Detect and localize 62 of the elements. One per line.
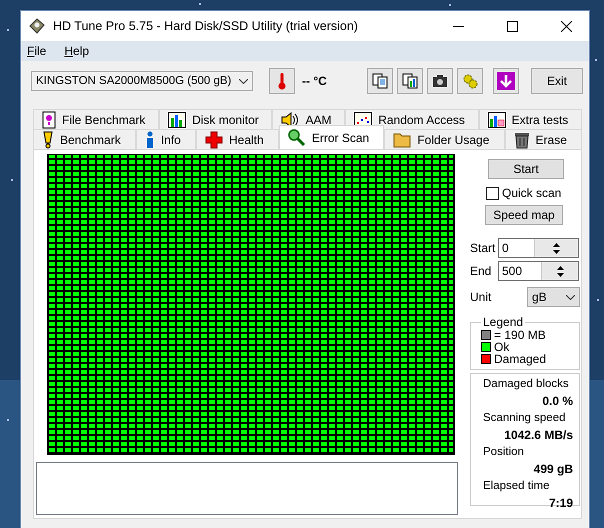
gears-icon[interactable] bbox=[457, 68, 483, 94]
close-icon[interactable] bbox=[560, 20, 572, 32]
unit-label: Unit bbox=[470, 290, 492, 304]
speaker-icon bbox=[281, 112, 300, 128]
copy-chart-icon[interactable] bbox=[397, 68, 423, 94]
temperature-reading: -- °C bbox=[302, 74, 328, 88]
camera-icon[interactable] bbox=[427, 68, 453, 94]
temperature-button[interactable] bbox=[269, 68, 295, 94]
chevron-down-icon bbox=[566, 294, 575, 300]
maximize-icon[interactable] bbox=[506, 20, 518, 32]
exit-button[interactable]: Exit bbox=[531, 68, 583, 94]
tab[interactable]: Benchmark bbox=[33, 129, 136, 149]
legend-title: Legend bbox=[482, 315, 524, 329]
exclamation-icon bbox=[42, 130, 54, 148]
start-button[interactable]: Start bbox=[488, 159, 564, 179]
stat-value: 7:19 bbox=[548, 495, 573, 512]
download-button[interactable] bbox=[493, 68, 519, 94]
legend-label: Ok bbox=[494, 340, 510, 354]
legend-label: = 190 MB bbox=[494, 328, 546, 342]
speed-map-button[interactable]: Speed map bbox=[485, 205, 563, 225]
menu-item[interactable]: File bbox=[27, 44, 46, 58]
start-field[interactable]: 0 bbox=[498, 238, 579, 258]
spin-down-icon[interactable] bbox=[556, 272, 564, 276]
stat-label: Scanning speed bbox=[483, 411, 566, 426]
quick-scan-label: Quick scan bbox=[502, 186, 562, 200]
spin-down-icon[interactable] bbox=[553, 250, 560, 254]
thermometer-icon bbox=[278, 72, 286, 90]
spin-up-icon[interactable] bbox=[553, 242, 560, 246]
chart-table-icon bbox=[488, 112, 506, 128]
stat-label: Elapsed time bbox=[483, 479, 550, 494]
stat-value: 499 gB bbox=[532, 461, 573, 478]
tab[interactable]: Extra tests bbox=[478, 109, 582, 129]
unit-dropdown[interactable]: gB bbox=[527, 287, 580, 307]
stat-label: Damaged blocks bbox=[483, 377, 570, 392]
stat-value: 1042.6 MB/s bbox=[503, 427, 573, 444]
end-label: End bbox=[470, 264, 492, 278]
bar-chart-icon bbox=[168, 112, 186, 128]
chevron-down-icon bbox=[239, 78, 248, 84]
window-title: HD Tune Pro 5.75 - Hard Disk/SSD Utility (trial version) bbox=[53, 19, 359, 33]
tab[interactable]: Random Access bbox=[345, 109, 479, 129]
tab[interactable]: File Benchmark bbox=[33, 109, 160, 129]
info-icon bbox=[144, 130, 155, 148]
magnifier-icon bbox=[288, 128, 306, 146]
stat-value: 0.0 % bbox=[541, 393, 573, 410]
tab[interactable]: Health bbox=[196, 129, 279, 149]
end-field[interactable]: 500 bbox=[498, 261, 579, 281]
copy-icon[interactable] bbox=[367, 68, 393, 94]
spin-up-icon[interactable] bbox=[556, 266, 564, 270]
menu-item[interactable]: Help bbox=[64, 44, 90, 58]
tab[interactable]: Folder Usage bbox=[384, 129, 505, 149]
start-label: Start bbox=[470, 241, 496, 255]
cross-icon bbox=[205, 130, 223, 148]
document-icon bbox=[42, 110, 56, 128]
tab[interactable]: Erase bbox=[504, 129, 582, 149]
tab[interactable]: Info bbox=[136, 129, 196, 149]
trash-icon bbox=[514, 130, 530, 148]
stat-label: Position bbox=[483, 445, 525, 460]
legend-label: Damaged bbox=[494, 352, 546, 366]
drive-dropdown[interactable]: KINGSTON SA2000M8500G (500 gB) bbox=[31, 71, 253, 91]
quick-scan-checkbox[interactable] bbox=[486, 186, 499, 200]
tab[interactable]: Disk monitor bbox=[159, 109, 272, 129]
tab[interactable]: Error Scan bbox=[278, 125, 384, 149]
